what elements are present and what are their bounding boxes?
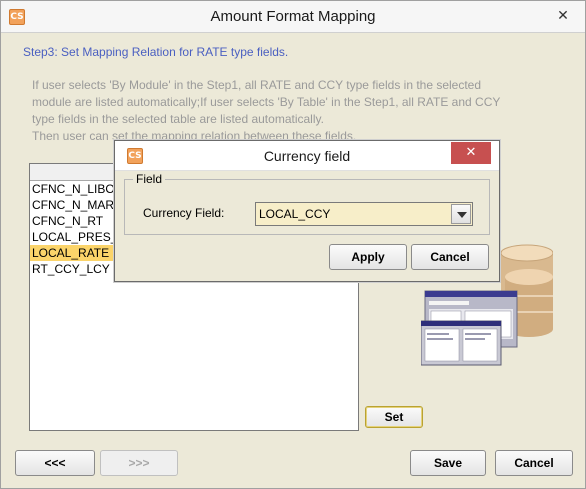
currency-field-select[interactable]: LOCAL_CCY [255,202,473,226]
apply-button[interactable]: Apply [329,244,407,270]
field-group-label: Field [133,172,166,186]
currency-field-label: Currency Field: [143,206,225,220]
window-title: Amount Format Mapping [210,8,376,25]
step-title: Step3: Set Mapping Relation for RATE typ… [23,45,289,59]
cancel-button[interactable]: Cancel [495,450,573,476]
description-line: type fields in the selected table are li… [32,112,324,126]
next-button[interactable]: >>> [100,450,178,476]
description-line: module are listed automatically;If user … [32,95,501,109]
chevron-down-icon[interactable] [451,204,471,224]
currency-field-value: LOCAL_CCY [259,207,331,221]
save-button[interactable]: Save [410,450,486,476]
currency-field-dialog: CS Currency field ✕ Field Currency Field… [114,140,500,282]
set-button[interactable]: Set [365,406,423,428]
step-description: If user selects 'By Module' in the Step1… [32,77,532,145]
dialog-title-bar: CS Currency field ✕ [115,141,499,171]
dialog-close-icon[interactable]: ✕ [451,142,491,164]
window-close-icon[interactable]: ✕ [551,6,575,26]
dialog-title: Currency field [263,148,351,164]
window-title-bar: CS Amount Format Mapping ✕ [1,1,585,33]
description-line: If user selects 'By Module' in the Step1… [32,78,482,92]
dialog-cancel-button[interactable]: Cancel [411,244,489,270]
prev-button[interactable]: <<< [15,450,95,476]
field-group: Field Currency Field: LOCAL_CCY [124,172,490,235]
